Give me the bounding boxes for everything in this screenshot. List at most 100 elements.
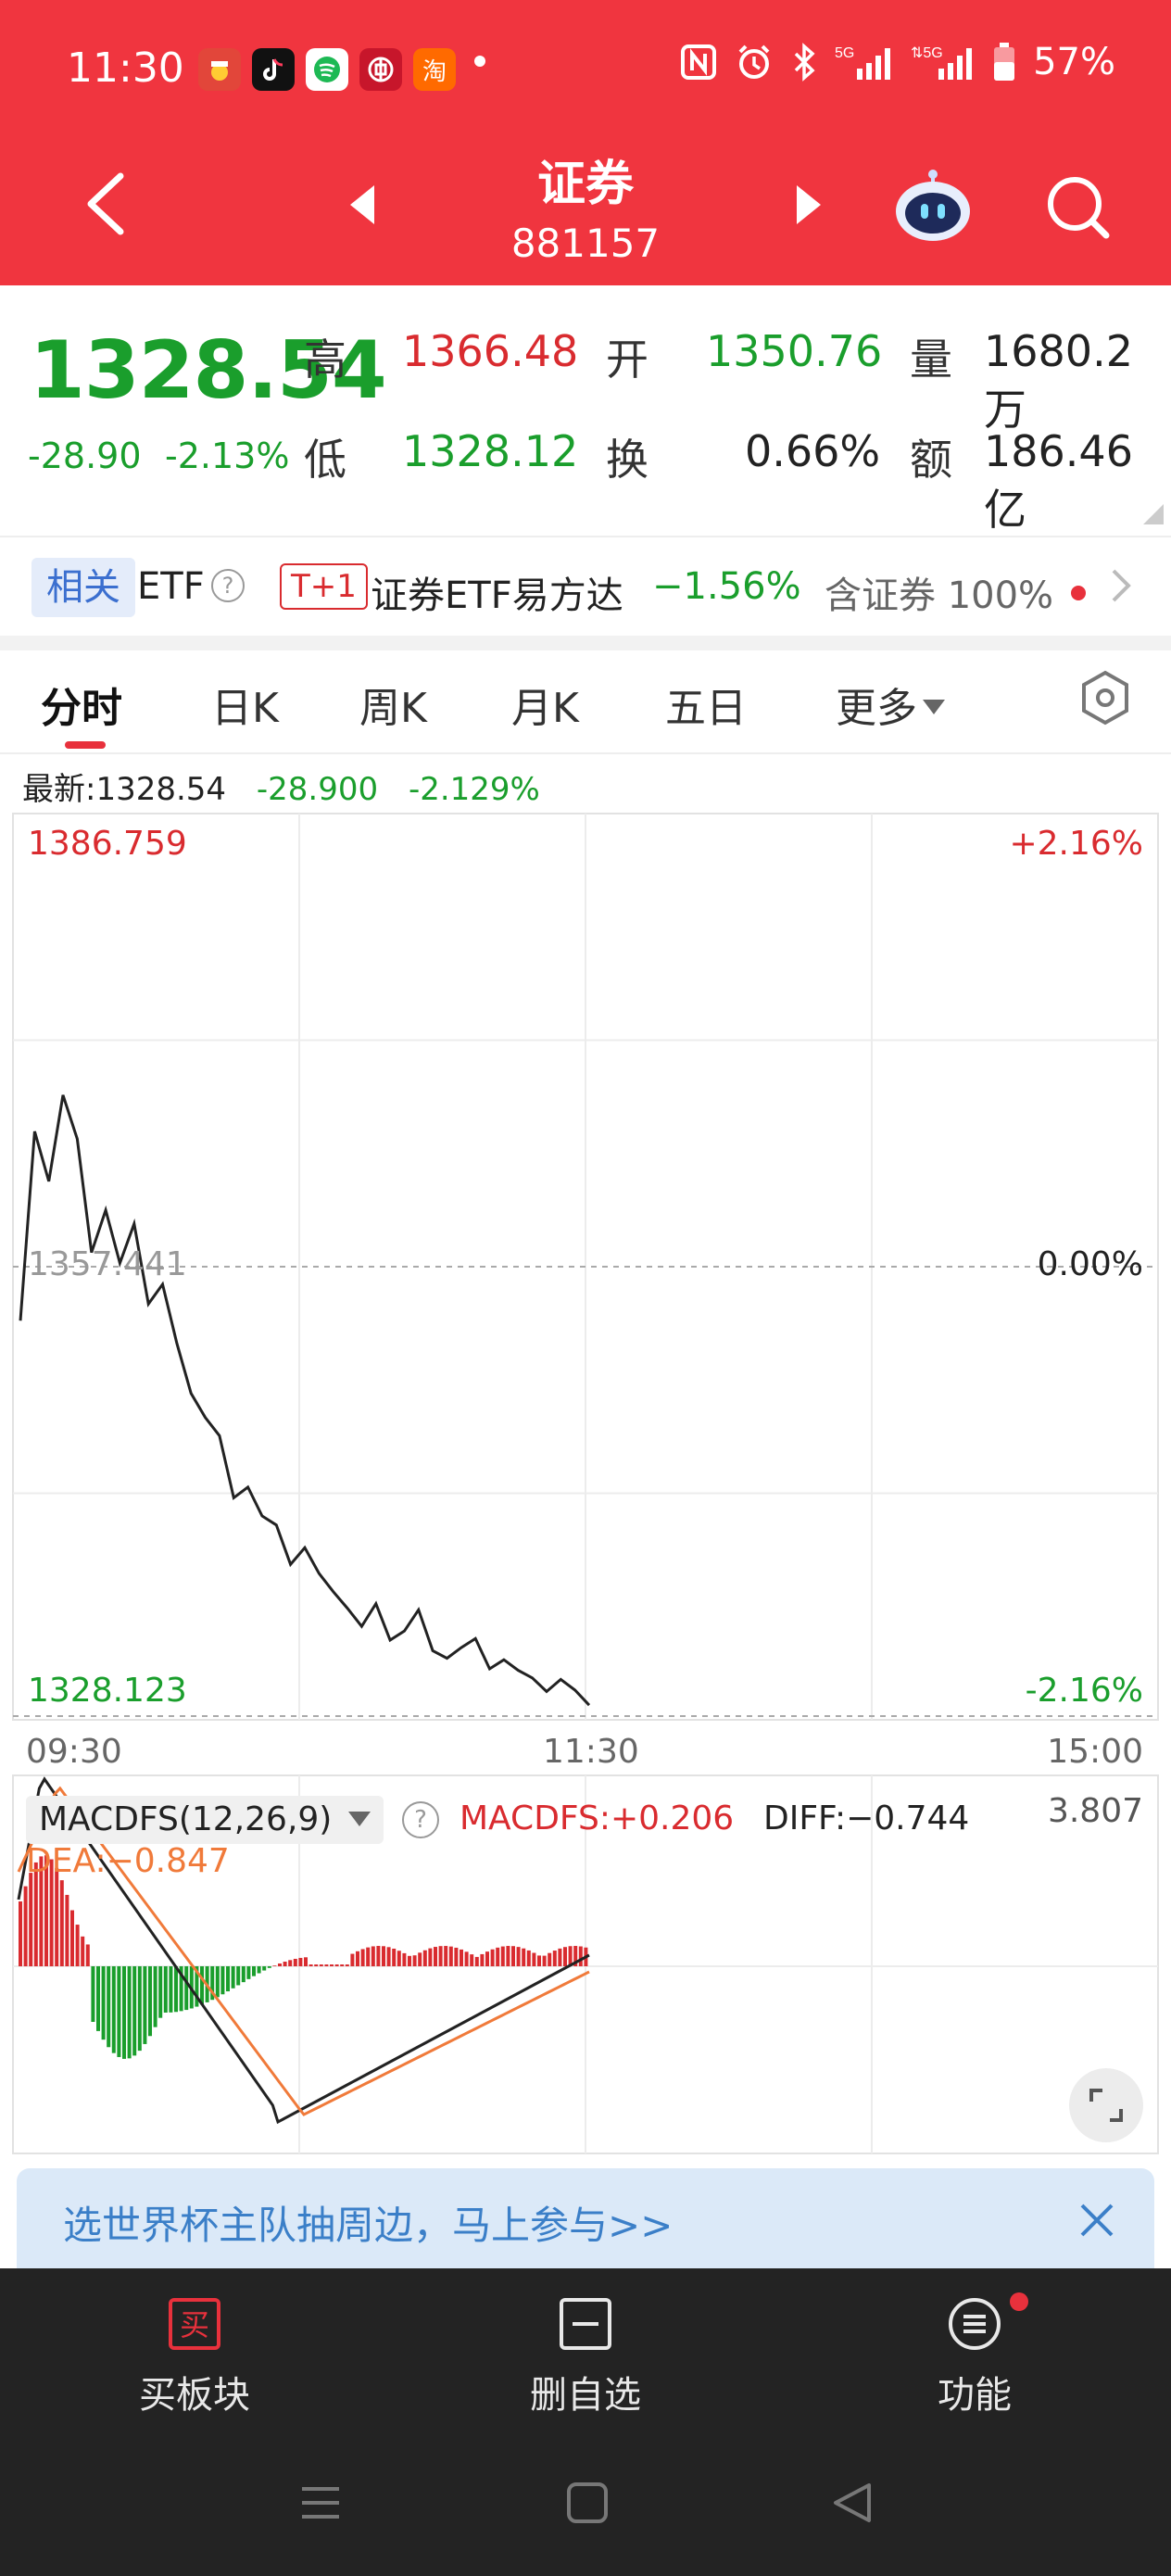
macd-histogram-bar bbox=[460, 1949, 463, 1966]
tab-weekly-k[interactable]: 周K bbox=[359, 675, 427, 734]
etf-name[interactable]: 证券ETF易方达 bbox=[371, 565, 623, 619]
buy-sector-label: 买板块 bbox=[139, 2374, 250, 2417]
next-stock-icon[interactable] bbox=[789, 182, 826, 228]
promo-banner-text[interactable]: 选世界杯主队抽周边，马上参与>> bbox=[63, 2194, 673, 2251]
chart-tabs: 分时 日K 周K 月K 五日 更多 bbox=[0, 650, 1171, 752]
macd-histogram-bar bbox=[236, 1966, 241, 1986]
macd-histogram-bar bbox=[340, 1964, 345, 1966]
page-title: 证券 bbox=[536, 157, 634, 212]
macd-histogram-bar bbox=[153, 1966, 157, 2027]
back-arrow-icon[interactable] bbox=[74, 167, 139, 241]
macd-histogram-bar bbox=[283, 1962, 287, 1966]
etf-red-dot bbox=[1071, 586, 1086, 600]
macd-histogram-bar bbox=[444, 1946, 448, 1966]
expand-corner-icon[interactable] bbox=[1143, 504, 1164, 524]
etf-change: −1.56% bbox=[652, 565, 801, 608]
macd-histogram-bar bbox=[117, 1966, 121, 2057]
alarm-icon bbox=[738, 44, 770, 79]
divider bbox=[0, 536, 1171, 537]
t1-badge: T+1 bbox=[280, 563, 368, 610]
macd-histogram-bar bbox=[163, 1966, 168, 2013]
app-icon-1 bbox=[198, 48, 241, 91]
macd-histogram-bar bbox=[91, 1966, 95, 2022]
latest-change-text: -28.900 bbox=[256, 771, 379, 808]
mid-pct-label: 0.00% bbox=[1037, 1245, 1143, 1283]
macd-histogram-bar bbox=[360, 1949, 365, 1966]
remove-watchlist-button[interactable]: 删自选 bbox=[474, 2296, 697, 2418]
section-gap bbox=[0, 636, 1171, 650]
functions-button[interactable]: 功能 bbox=[863, 2296, 1086, 2418]
tab-daily-k[interactable]: 日K bbox=[211, 675, 279, 734]
bottom-pct-label: -2.16% bbox=[1025, 1672, 1143, 1710]
promo-banner[interactable]: 选世界杯主队抽周边，马上参与>> bbox=[17, 2168, 1154, 2270]
menu-circle-icon bbox=[949, 2298, 1001, 2350]
macd-histogram-bar bbox=[422, 1950, 427, 1966]
macd-histogram-bar bbox=[408, 1955, 411, 1966]
chevron-right-icon[interactable] bbox=[1108, 565, 1134, 606]
tab-monthly-k[interactable]: 月K bbox=[511, 675, 579, 734]
settings-hexagon-icon[interactable] bbox=[1077, 669, 1134, 726]
macd-help-icon[interactable]: ? bbox=[402, 1801, 439, 1838]
macd-selector[interactable]: MACDFS(12,26,9) bbox=[26, 1796, 384, 1844]
etf-contain-text: 含证券 100% bbox=[825, 575, 1054, 617]
macd-histogram-bar bbox=[298, 1957, 303, 1966]
tab-intraday[interactable]: 分时 bbox=[41, 675, 122, 734]
tab-more[interactable]: 更多 bbox=[836, 675, 945, 734]
status-indicators: 5G ⇅5G 57% bbox=[679, 41, 1115, 83]
macd-histogram-bar bbox=[350, 1953, 355, 1966]
functions-label: 功能 bbox=[938, 2374, 1012, 2417]
macd-histogram-bar bbox=[226, 1966, 230, 1992]
macd-histogram-bar bbox=[75, 1925, 80, 1966]
recent-apps-icon[interactable] bbox=[293, 2480, 348, 2526]
divider bbox=[0, 752, 1171, 754]
macd-histogram-bar bbox=[215, 1966, 220, 1998]
high-value: 1366.48 bbox=[402, 326, 579, 376]
tab-five-day[interactable]: 五日 bbox=[665, 675, 747, 734]
fullscreen-icon[interactable] bbox=[1067, 2066, 1145, 2144]
macd-histogram-bar bbox=[23, 1886, 28, 1966]
macd-histogram-bar bbox=[59, 1880, 64, 1966]
stock-code: 881157 bbox=[510, 221, 661, 266]
bluetooth-icon bbox=[794, 43, 815, 82]
back-nav-icon[interactable] bbox=[825, 2480, 880, 2526]
chart-canvas[interactable] bbox=[0, 806, 1171, 2159]
notification-icons: 淘 bbox=[198, 48, 456, 91]
svg-text:5G: 5G bbox=[835, 45, 854, 61]
macd-histogram-bar bbox=[65, 1894, 69, 1966]
macd-histogram-bar bbox=[143, 1966, 147, 2044]
ai-assistant-icon[interactable] bbox=[891, 167, 975, 245]
search-icon[interactable] bbox=[1041, 170, 1115, 245]
macd-histogram-bar bbox=[470, 1954, 474, 1966]
intraday-chart[interactable]: 1386.759 +2.16% 1357.441 0.00% 1328.123 … bbox=[0, 806, 1171, 2159]
macd-histogram-bar bbox=[532, 1952, 536, 1966]
buy-sector-button[interactable]: 买 买板块 bbox=[83, 2296, 306, 2418]
macd-histogram-bar bbox=[55, 1867, 59, 1966]
bottom-toolbar: 买 买板块 删自选 功能 bbox=[0, 2268, 1171, 2576]
macd-histogram-bar bbox=[366, 1947, 371, 1966]
macd-histogram-bar bbox=[304, 1957, 308, 1966]
related-etf-row[interactable]: 相关 ETF ? T+1 证券ETF易方达 −1.56% 含证券 100% bbox=[0, 539, 1171, 634]
macd-histogram-bar bbox=[169, 1966, 173, 2013]
macd-histogram-bar bbox=[548, 1952, 552, 1966]
help-icon[interactable]: ? bbox=[211, 569, 245, 602]
macd-histogram-bar bbox=[241, 1966, 246, 1983]
macd-histogram-bar bbox=[272, 1965, 277, 1966]
taobao-icon: 淘 bbox=[413, 48, 456, 91]
battery-icon bbox=[994, 43, 1015, 81]
tiktok-icon bbox=[252, 48, 295, 91]
etf-label: ETF bbox=[137, 565, 205, 608]
macd-histogram-bar bbox=[522, 1948, 526, 1966]
turnover-value: 0.66% bbox=[745, 426, 881, 476]
low-value: 1328.12 bbox=[402, 426, 579, 476]
macd-histogram-bar bbox=[371, 1946, 375, 1966]
macd-histogram-bar bbox=[158, 1966, 163, 2018]
home-icon[interactable] bbox=[560, 2480, 615, 2526]
nfc-icon bbox=[681, 44, 717, 80]
close-icon[interactable] bbox=[1077, 2200, 1117, 2241]
svg-text:买: 买 bbox=[180, 2307, 209, 2342]
macd-histogram-bar bbox=[19, 1901, 22, 1966]
macd-histogram-bar bbox=[184, 1966, 189, 2011]
macd-histogram-bar bbox=[231, 1966, 235, 1989]
prev-stock-icon[interactable] bbox=[345, 182, 382, 228]
macd-histogram-bar bbox=[345, 1964, 349, 1966]
